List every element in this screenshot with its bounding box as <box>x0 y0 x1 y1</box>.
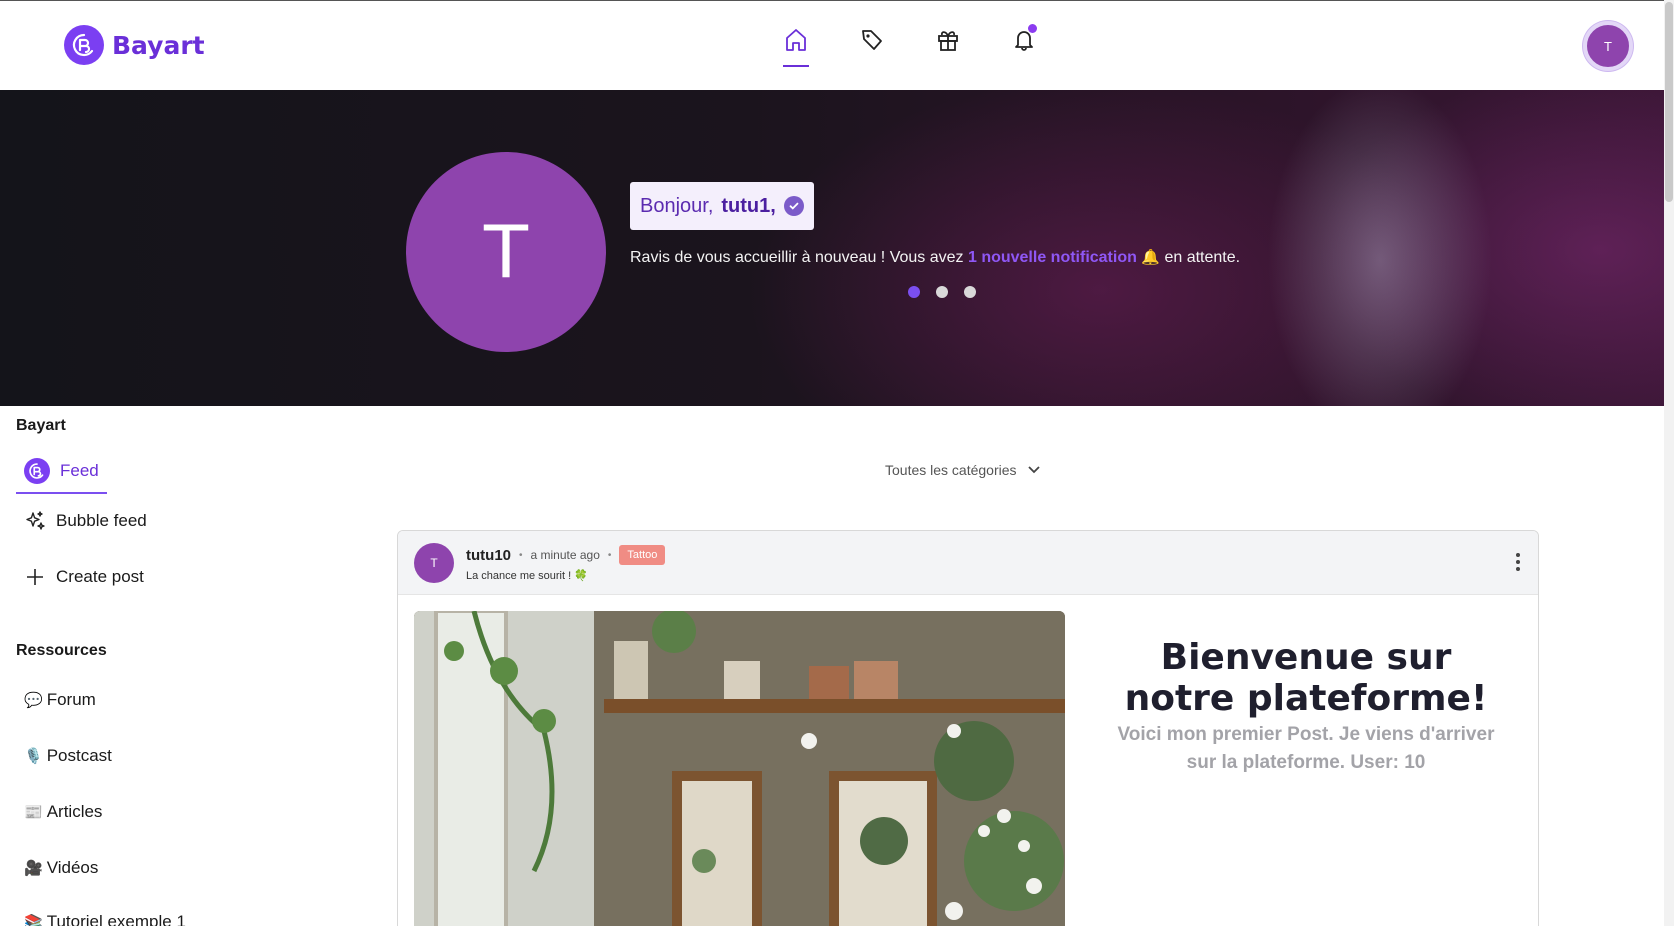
carousel-dot-1[interactable] <box>908 286 920 298</box>
sidebar-item-label: Bubble feed <box>56 511 147 530</box>
notification-badge <box>1027 23 1038 34</box>
tag-icon <box>862 30 882 50</box>
greeting-box: Bonjour, tutu1, <box>630 182 814 230</box>
notification-link[interactable]: 1 nouvelle notification <box>968 249 1137 266</box>
gift-icon <box>938 31 958 51</box>
greeting-username: tutu1, <box>721 194 776 217</box>
newspaper-icon: 📰 <box>24 803 43 821</box>
post-meta: tutu10 • a minute ago • Tattoo <box>466 545 666 565</box>
category-select[interactable]: Toutes les catégories <box>885 462 1041 478</box>
carousel-dot-3[interactable] <box>964 286 976 298</box>
sidebar-item-tutoriel[interactable]: 📚 Tutoriel exemple 1 <box>24 912 186 926</box>
brand-name: Bayart <box>112 30 205 60</box>
carousel-dots <box>908 286 976 298</box>
sidebar: Bayart Feed Bubble feed Create post Ress… <box>0 406 360 926</box>
post-mood-text: La chance me sourit ! 🍀 <box>466 570 588 582</box>
meta-separator: • <box>519 549 523 561</box>
sidebar-section-ressources: Ressources <box>16 642 107 659</box>
post-title: Bienvenue sur notre plateforme! <box>1124 637 1488 719</box>
top-navbar: Bayart T <box>0 0 1664 90</box>
user-avatar-button[interactable]: T <box>1583 21 1633 71</box>
nav-home[interactable] <box>780 27 812 67</box>
post-author-name[interactable]: tutu10 <box>466 547 511 564</box>
books-icon: 📚 <box>24 913 43 926</box>
sidebar-item-label: Create post <box>56 567 144 586</box>
sidebar-item-forum[interactable]: 💬 Forum <box>24 690 96 710</box>
post-category-tag[interactable]: Tattoo <box>619 545 666 565</box>
sidebar-item-videos[interactable]: 🎥 Vidéos <box>24 858 98 878</box>
verified-badge-icon <box>783 196 804 216</box>
sidebar-item-postcast[interactable]: 🎙️ Postcast <box>24 746 112 766</box>
greeting-prefix: Bonjour, <box>640 194 714 217</box>
sidebar-item-label: Tutoriel exemple 1 <box>46 912 186 926</box>
post-author-avatar[interactable]: T <box>414 543 454 583</box>
sparkles-icon <box>26 511 45 530</box>
welcome-message: Ravis de vous accueillir à nouveau ! Vou… <box>630 248 1241 266</box>
post-card: T tutu10 • a minute ago • Tattoo La chan… <box>397 530 1539 926</box>
page-scrollbar[interactable] <box>1664 0 1674 926</box>
carousel-dot-2[interactable] <box>936 286 948 298</box>
nav-tags[interactable] <box>856 27 888 63</box>
chevron-down-icon <box>1027 466 1040 474</box>
sidebar-item-label: Feed <box>60 461 99 480</box>
plus-icon <box>27 569 43 585</box>
post-header: T tutu10 • a minute ago • Tattoo La chan… <box>398 531 1538 595</box>
video-camera-icon: 🎥 <box>24 859 43 877</box>
bayart-logo-icon <box>64 25 104 65</box>
sidebar-item-label: Postcast <box>46 746 112 765</box>
post-timestamp: a minute ago <box>530 548 600 562</box>
nav-gifts[interactable] <box>932 27 964 63</box>
sidebar-item-label: Forum <box>46 690 96 709</box>
sidebar-item-label: Vidéos <box>46 858 99 877</box>
sidebar-item-feed[interactable]: Feed <box>16 452 107 494</box>
category-select-label: Toutes les catégories <box>885 462 1017 478</box>
scrollbar-thumb[interactable] <box>1665 2 1673 202</box>
post-options-menu-icon[interactable] <box>1516 553 1520 571</box>
home-icon <box>786 29 806 51</box>
sidebar-item-bubble-feed[interactable]: Bubble feed <box>24 510 147 532</box>
feed-icon <box>24 458 50 484</box>
sidebar-item-articles[interactable]: 📰 Articles <box>24 802 102 822</box>
main-nav <box>780 23 1040 67</box>
bell-emoji: 🔔 <box>1141 248 1161 266</box>
post-body: Voici mon premier Post. Je viens d'arriv… <box>1117 724 1495 773</box>
plants-on-shelf-image <box>414 611 1065 926</box>
speech-bubble-icon: 💬 <box>24 691 43 709</box>
hero-avatar: T <box>406 152 606 352</box>
hero-banner: T Bonjour, tutu1, Ravis de vous accueill… <box>0 90 1664 406</box>
sidebar-item-create-post[interactable]: Create post <box>24 566 144 588</box>
sidebar-section-bayart: Bayart <box>16 417 66 434</box>
meta-separator: • <box>607 549 612 561</box>
nav-notifications[interactable] <box>1008 23 1040 63</box>
sidebar-item-label: Articles <box>46 802 103 821</box>
brand-logo-link[interactable]: Bayart <box>64 25 205 65</box>
microphone-icon: 🎙️ <box>24 747 43 765</box>
post-text: Bienvenue sur notre plateforme! Voici mo… <box>1106 637 1506 777</box>
post-image[interactable] <box>414 611 1065 926</box>
